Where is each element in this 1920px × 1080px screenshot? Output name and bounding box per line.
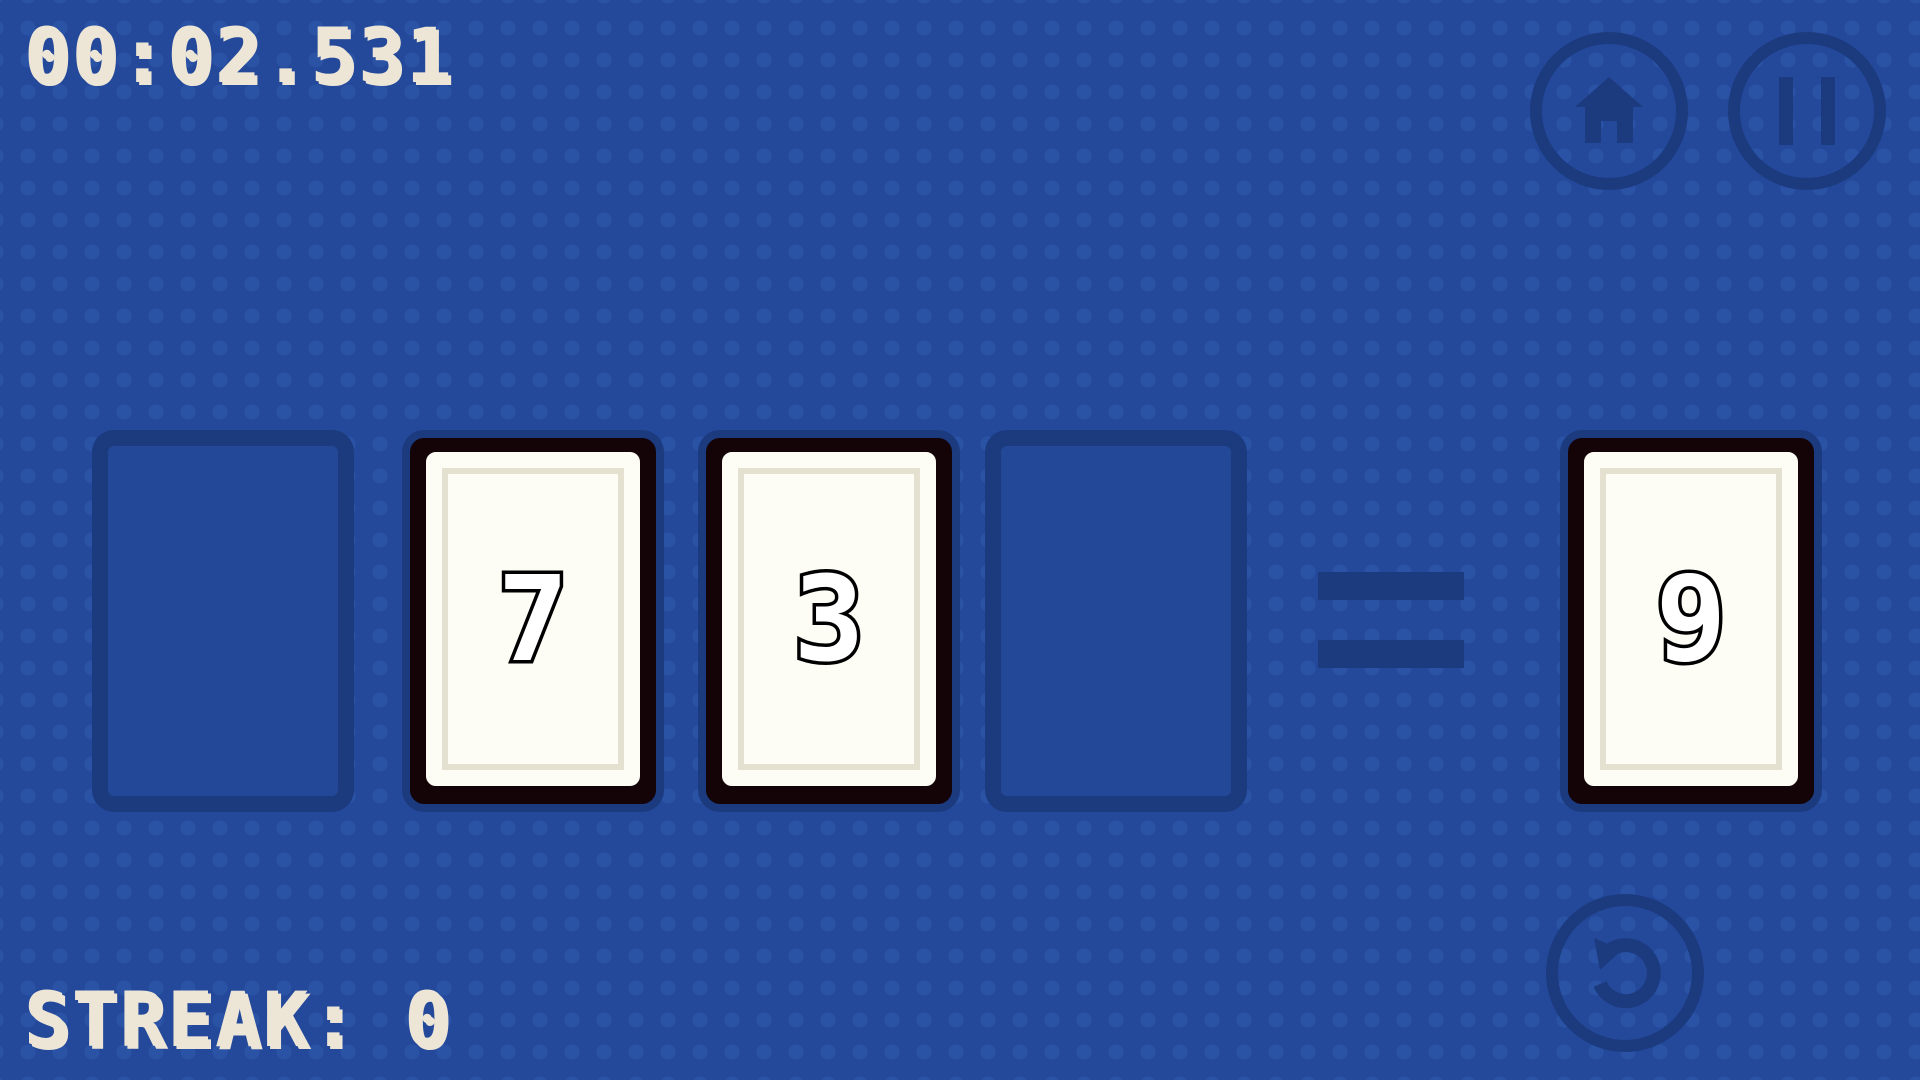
undo-icon: [1593, 938, 1661, 1009]
pause-button[interactable]: [1728, 32, 1886, 190]
streak-label: STREAK:: [24, 975, 359, 1064]
card-slot-1[interactable]: [92, 430, 354, 812]
home-button[interactable]: [1530, 32, 1688, 190]
card-number: 7: [494, 550, 572, 688]
result-number: 9: [1652, 550, 1730, 688]
result-card: 9: [1560, 430, 1822, 812]
card-face: 3: [722, 452, 936, 786]
card-face: 7: [426, 452, 640, 786]
pause-icon: [1779, 77, 1835, 145]
card-number: 3: [790, 550, 868, 688]
card-slot-3[interactable]: 3: [698, 430, 960, 812]
card-slot-2[interactable]: 7: [402, 430, 664, 812]
home-icon: [1575, 77, 1643, 143]
streak-display: STREAK: 0: [24, 982, 452, 1058]
card-face: 9: [1584, 452, 1798, 786]
equals-sign-top-bar: [1318, 572, 1464, 600]
streak-value: 0: [404, 975, 453, 1064]
card-slot-4[interactable]: [985, 430, 1247, 812]
timer-display: 00:02.531: [24, 11, 454, 100]
undo-button[interactable]: [1546, 894, 1704, 1052]
equals-sign-bottom-bar: [1318, 640, 1464, 668]
